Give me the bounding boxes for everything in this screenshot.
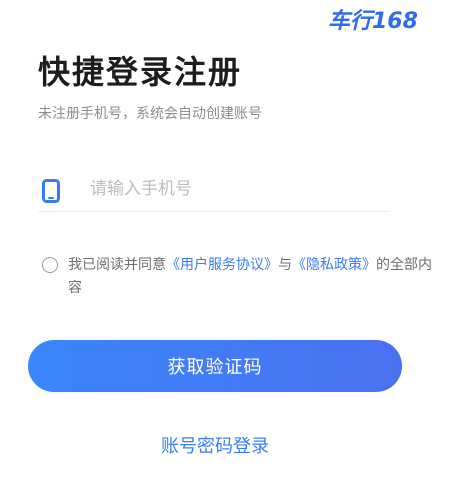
privacy-policy-link[interactable]: 《隐私政策》 (292, 257, 376, 273)
phone-icon (42, 179, 60, 203)
page-title: 快捷登录注册 (38, 53, 243, 91)
agreement-radio[interactable] (42, 257, 58, 273)
phone-field-row (38, 170, 390, 212)
agreement-conjunction: 与 (278, 257, 292, 273)
agreement-text: 我已阅读并同意《用户服务协议》与《隐私政策》的全部内容 (68, 254, 442, 300)
get-code-label: 获取验证码 (167, 357, 263, 378)
password-login-link[interactable]: 账号密码登录 (0, 434, 430, 460)
agreement-prefix: 我已阅读并同意 (68, 257, 166, 273)
phone-input[interactable] (90, 177, 370, 201)
get-code-button[interactable]: 获取验证码 (28, 340, 402, 392)
user-agreement-link[interactable]: 《用户服务协议》 (166, 257, 278, 273)
page-subtitle: 未注册手机号，系统会自动创建账号 (38, 106, 262, 122)
brand-logo: 车行168 (328, 9, 418, 34)
